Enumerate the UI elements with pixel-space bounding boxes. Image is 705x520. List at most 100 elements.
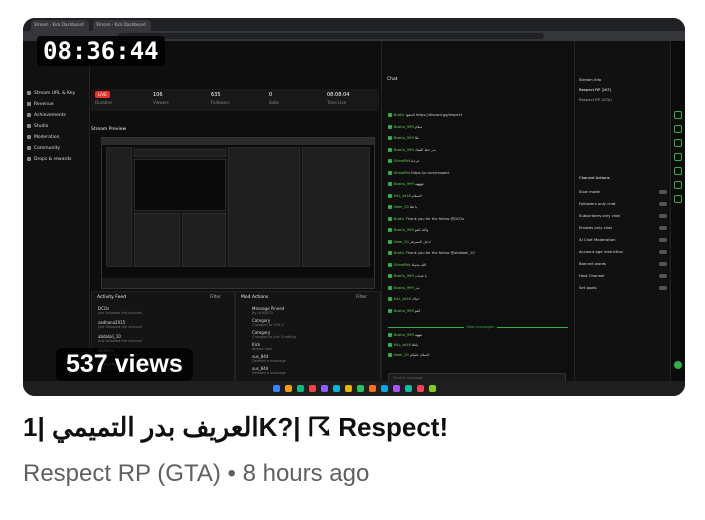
chat-username[interactable]: Nam_20	[394, 353, 409, 357]
toggle-switch[interactable]	[659, 202, 667, 206]
chat-username[interactable]: Boshu_999	[394, 333, 414, 337]
toggle-switch[interactable]	[659, 274, 667, 278]
view-count: 537 views	[56, 348, 193, 381]
toggle-switch[interactable]	[659, 250, 667, 254]
rail-button[interactable]	[674, 167, 682, 175]
chat-username[interactable]: Boshu_999	[394, 136, 414, 140]
chat-panel: Chat Buttic الحقوا https://discord.gg/re…	[381, 41, 574, 395]
channel-action-row[interactable]: Banned words	[579, 261, 667, 269]
badge-icon	[388, 159, 392, 163]
badge-icon	[388, 147, 392, 152]
taskbar-app-icon[interactable]	[429, 385, 436, 392]
chat-username[interactable]: Boshu_999	[394, 274, 414, 278]
taskbar-app-icon[interactable]	[405, 385, 412, 392]
toggle-switch[interactable]	[659, 226, 667, 230]
badge-icon	[388, 124, 392, 129]
chat-username[interactable]: Boshu_999	[394, 125, 414, 129]
taskbar-app-icon[interactable]	[417, 385, 424, 392]
chat-username[interactable]: Buttic	[394, 217, 405, 221]
chat-username[interactable]: Buttic	[394, 251, 405, 255]
rail-button[interactable]	[674, 153, 682, 161]
chat-text: Thank you for the follow @DCOs	[405, 216, 465, 221]
sidebar-item-drops: Drops & rewards	[27, 155, 71, 163]
stream-info-stream-title: Respect RP |1K?|	[579, 87, 611, 92]
sidebar-item-community: Community	[27, 144, 60, 152]
mod-filter-button[interactable]: Filter	[356, 295, 367, 300]
windows-taskbar	[23, 381, 685, 396]
chat-text: Thank you for the follow @abdalali_10	[405, 251, 475, 255]
toggle-switch[interactable]	[659, 286, 667, 290]
activity-row: sadhana2015 Just followed the channel	[98, 320, 143, 329]
chat-username[interactable]: Boshu_999	[394, 182, 414, 186]
rail-button[interactable]	[674, 125, 682, 133]
chat-username[interactable]: NLL_bt16	[394, 343, 411, 347]
badge-icon	[388, 113, 392, 117]
badge-icon	[388, 170, 392, 175]
chat-message: Buttic الحقوا https://discord.gg/respect	[388, 113, 568, 118]
channel-action-row[interactable]: Slow mode	[579, 189, 667, 197]
rail-button[interactable]	[674, 111, 682, 119]
channel-action-row[interactable]: Set goals	[579, 285, 667, 293]
toggle-switch[interactable]	[659, 238, 667, 242]
key-icon	[27, 91, 31, 95]
channel-name[interactable]: Respect RP (GTA)	[23, 460, 221, 487]
channel-action-row[interactable]: Host Channel	[579, 273, 667, 281]
chat-username[interactable]: Boshu_999	[394, 286, 414, 290]
badge-icon	[388, 216, 392, 221]
channel-action-row[interactable]: Emotes only chat	[579, 225, 667, 233]
rail-action-button[interactable]	[674, 361, 682, 369]
stream-info-title: Stream Info	[579, 77, 602, 82]
chat-username[interactable]: ShootPot	[394, 159, 410, 163]
chat-username[interactable]: Nam_20	[394, 205, 409, 209]
badge-icon	[388, 205, 392, 209]
taskbar-app-icon[interactable]	[345, 385, 352, 392]
taskbar-app-icon[interactable]	[393, 385, 400, 392]
taskbar-app-icon[interactable]	[357, 385, 364, 392]
rail-button[interactable]	[674, 195, 682, 203]
shield-icon	[27, 135, 31, 139]
taskbar-app-icon[interactable]	[297, 385, 304, 392]
chat-username[interactable]: ShootPot	[394, 263, 410, 267]
channel-action-row[interactable]: AI Chat Moderation	[579, 237, 667, 245]
channel-action-row[interactable]: Account age restriction	[579, 249, 667, 257]
chat-username[interactable]: ShootPot	[394, 171, 410, 175]
taskbar-app-icon[interactable]	[369, 385, 376, 392]
video-title[interactable]: العريف بدر التميمي |1K?| ☈ Respect!	[23, 412, 685, 443]
chat-username[interactable]: Boshu_999	[394, 228, 414, 232]
taskbar-app-icon[interactable]	[309, 385, 316, 392]
video-thumbnail[interactable]: Stream - Kick Dashboard Stream - Kick Da…	[23, 18, 685, 396]
toggle-switch[interactable]	[659, 262, 667, 266]
chat-username[interactable]: Nam_20	[394, 240, 409, 244]
rail-button[interactable]	[674, 139, 682, 147]
activity-filter-button[interactable]: Filter	[210, 295, 221, 300]
mod-action-row: Category Changed to Just Chatting	[252, 330, 296, 339]
badge-icon	[388, 228, 392, 232]
mod-action-row: Category Changed to GTA V	[252, 318, 284, 327]
taskbar-app-icon[interactable]	[321, 385, 328, 392]
preview-browser-chrome	[102, 138, 374, 145]
taskbar-app-icon[interactable]	[273, 385, 280, 392]
chat-username[interactable]: Boshu_999	[394, 148, 414, 152]
toggle-switch[interactable]	[659, 190, 667, 194]
mod-action-row: Message Pinned By ALNAJTD	[252, 306, 285, 315]
chat-username[interactable]: NLL_bt16	[394, 297, 411, 301]
mod-action-row: sus_844 Deleted a message	[252, 354, 286, 363]
chat-username[interactable]: Buttic	[394, 113, 405, 117]
taskbar-app-icon[interactable]	[333, 385, 340, 392]
mod-action-row: sus_844 Deleted a message	[252, 366, 286, 375]
mod-actions-panel: Mod Actions Filter Message Pinned By ALNA…	[235, 291, 381, 383]
chat-username[interactable]: Boshu_999	[394, 309, 414, 313]
mod-action-row: Kick Kicked user	[252, 342, 273, 351]
preview-taskbar	[102, 278, 374, 288]
chat-username[interactable]: NLL_bt16	[394, 194, 411, 198]
chat-message: Buttic Thank you for the follow @DCOs	[388, 216, 568, 222]
stat-viewers: 106 Viewers	[153, 92, 169, 105]
taskbar-app-icon[interactable]	[381, 385, 388, 392]
taskbar-app-icon[interactable]	[285, 385, 292, 392]
channel-action-row[interactable]: Followers only chat	[579, 201, 667, 209]
badge-icon	[388, 182, 392, 186]
toggle-switch[interactable]	[659, 214, 667, 218]
chat-message: NLL_bt16 حياك	[388, 297, 568, 302]
channel-action-row[interactable]: Subscribers only chat	[579, 213, 667, 221]
rail-button[interactable]	[674, 181, 682, 189]
